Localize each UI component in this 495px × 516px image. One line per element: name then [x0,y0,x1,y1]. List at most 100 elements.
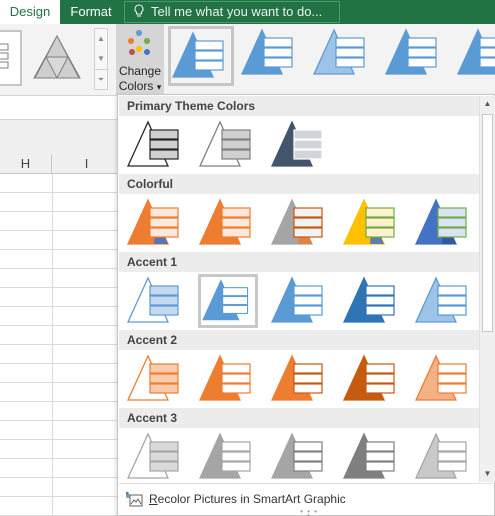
worksheet-row[interactable] [0,497,120,516]
tab-format[interactable]: Format [62,0,120,24]
list-box-shape [365,373,395,384]
list-box-shape [437,461,467,472]
tell-me-box[interactable]: Tell me what you want to do... [124,1,340,23]
list-box-shape [479,37,495,48]
list-box-shape [479,47,495,58]
column-header-h[interactable]: H [0,154,52,174]
worksheet-row[interactable] [0,212,120,231]
scroll-up-arrow-icon[interactable]: ▲ [480,96,495,112]
scroll-down-arrow-icon[interactable]: ▼ [480,466,495,482]
color-scheme-option[interactable] [270,274,330,328]
worksheet-row[interactable] [0,288,120,307]
list-box-shape [437,363,467,374]
color-scheme-option[interactable] [270,196,330,250]
smartart-style-preview[interactable] [384,26,450,86]
layout-gallery-scroller[interactable]: ▲ ▼ ⏷ [94,28,108,90]
list-box-shape [194,40,224,51]
color-scheme-option[interactable] [198,118,258,172]
worksheet-row[interactable] [0,250,120,269]
color-scheme-option[interactable] [270,118,330,172]
section-header: Accent 1 [119,252,479,272]
smartart-style-preview[interactable] [240,26,306,86]
list-box-shape [221,149,251,160]
layout-gallery-item[interactable] [28,28,86,90]
list-box-shape [293,295,323,306]
list-box-shape [221,207,251,218]
list-box-shape [437,305,467,316]
scroll-up-icon[interactable]: ▲ [95,29,107,49]
list-box-shape [149,461,179,472]
list-box-shape [437,295,467,306]
worksheet-row[interactable] [0,383,120,402]
color-scheme-option[interactable] [126,196,186,250]
gallery-more-icon[interactable]: ⏷ [95,69,107,89]
formula-bar[interactable] [0,96,120,120]
worksheet-row[interactable] [0,459,120,478]
worksheet-row[interactable] [0,174,120,193]
worksheet-row[interactable] [0,231,120,250]
worksheet-row[interactable] [0,307,120,326]
color-scheme-option[interactable] [270,430,330,484]
list-box-shape [365,461,395,472]
change-colors-dropdown: Primary Theme Colors Colorful Accent 1 Acce… [117,94,495,516]
smartart-design-ribbon: ▲ ▼ ⏷ Change Colors ▾ [0,24,495,96]
color-scheme-option[interactable] [126,430,186,484]
tell-me-placeholder: Tell me what you want to do... [151,4,323,19]
color-scheme-option[interactable] [126,352,186,406]
list-box-shape [221,139,251,150]
list-box-shape [407,37,437,48]
color-scheme-option[interactable] [414,352,474,406]
color-scheme-option[interactable] [342,274,402,328]
list-box-shape [293,139,323,150]
column-header-i[interactable]: I [53,154,120,174]
color-scheme-option[interactable] [126,274,186,328]
color-scheme-option[interactable] [342,196,402,250]
color-scheme-option[interactable] [342,430,402,484]
list-box-shape [365,363,395,374]
list-box-shape [221,383,251,394]
list-box-shape [221,129,251,140]
resize-grip-icon[interactable]: • • • • [299,508,319,516]
list-box-shape [365,295,395,306]
recolor-pictures-item[interactable]: Recolor Pictures in SmartArt Graphic • •… [119,483,493,516]
worksheet-row[interactable] [0,402,120,421]
tab-design[interactable]: Design [0,0,60,24]
grid-column-line [52,174,53,516]
list-box-shape [365,383,395,394]
worksheet-row[interactable] [0,478,120,497]
worksheet-row[interactable] [0,364,120,383]
scroll-down-icon[interactable]: ▼ [95,49,107,69]
color-scheme-option[interactable] [414,274,474,328]
list-box-shape [293,373,323,384]
worksheet-row[interactable] [0,193,120,212]
color-scheme-option[interactable] [198,196,258,250]
dropdown-scrollbar[interactable]: ▲ ▼ [479,96,495,482]
list-box-shape [222,304,249,314]
color-scheme-option[interactable] [270,352,330,406]
color-scheme-option[interactable] [414,196,474,250]
layout-gallery-item[interactable] [0,30,22,86]
worksheet-row[interactable] [0,269,120,288]
smartart-style-preview[interactable] [312,26,378,86]
list-box-shape [293,207,323,218]
list-box-shape [437,207,467,218]
worksheet-row[interactable] [0,421,120,440]
color-scheme-option[interactable] [198,352,258,406]
color-scheme-option[interactable] [414,430,474,484]
worksheet-row[interactable] [0,345,120,364]
scrollbar-thumb[interactable] [482,114,493,332]
list-box-shape [194,60,224,71]
list-box-shape [149,305,179,316]
smartart-style-preview[interactable] [168,26,234,86]
list-box-shape [293,383,323,394]
change-colors-button[interactable]: Change Colors ▾ [116,24,164,96]
color-scheme-option[interactable] [126,118,186,172]
list-box-shape [149,363,179,374]
list-box-shape [149,217,179,228]
color-scheme-option[interactable] [198,430,258,484]
color-scheme-option[interactable] [342,352,402,406]
worksheet-row[interactable] [0,326,120,345]
color-scheme-option[interactable] [198,274,258,328]
worksheet-row[interactable] [0,440,120,459]
smartart-style-preview[interactable] [456,26,495,86]
